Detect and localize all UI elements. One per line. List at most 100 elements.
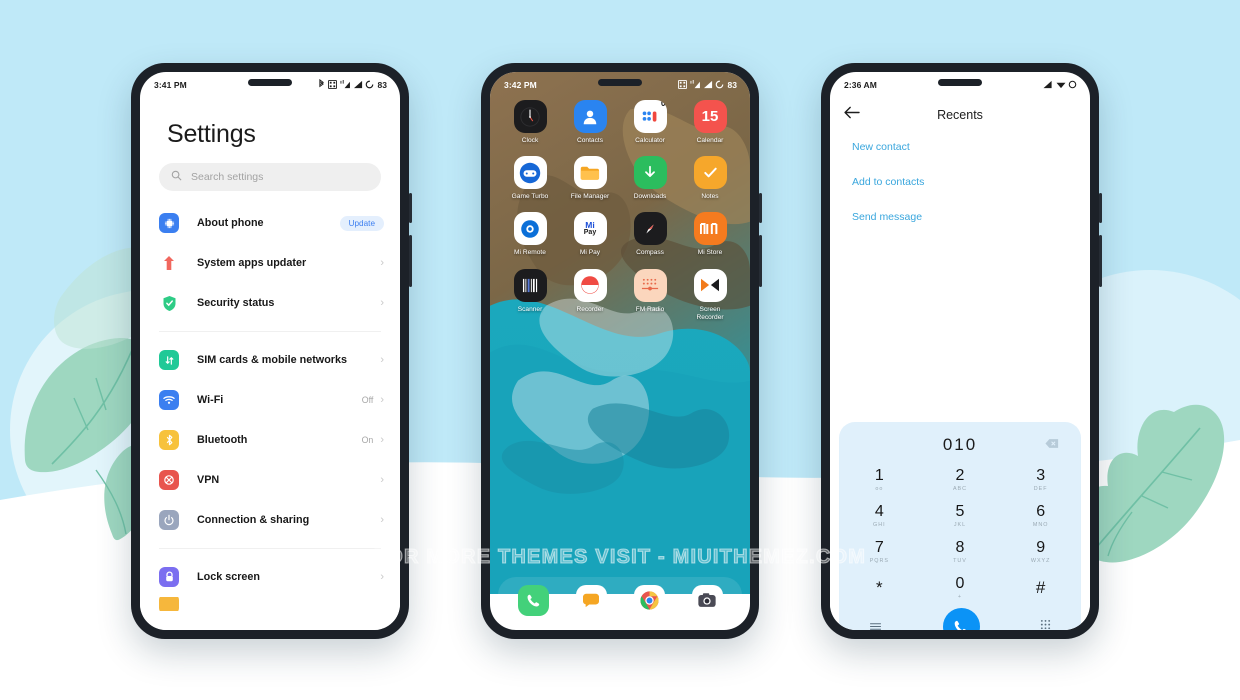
settings-row-label: SIM cards & mobile networks — [197, 354, 347, 366]
battery-ring-icon — [365, 80, 374, 91]
mi-logo-icon — [693, 212, 727, 246]
phone-home-screen: 3:42 PM 83 Clock Contacts 0 Calculator 1… — [481, 63, 762, 639]
key-2[interactable]: 2 ABC — [920, 463, 1001, 497]
phone-dialer: 2:36 AM Recents New contact Add to conta… — [821, 63, 1102, 639]
settings-row-label: Bluetooth — [197, 434, 248, 446]
app-fm-radio[interactable]: FM Radio — [620, 268, 680, 322]
app-clock[interactable]: Clock — [500, 100, 560, 145]
search-input[interactable]: Search settings — [159, 163, 381, 191]
camera-icon[interactable] — [691, 584, 723, 616]
key-8[interactable]: 8 TUV — [920, 535, 1001, 569]
chrome-icon[interactable] — [633, 584, 665, 616]
update-badge[interactable]: Update — [339, 215, 384, 231]
sidebar-item-security-status[interactable]: Security status › — [140, 283, 400, 323]
contacts-icon — [573, 100, 607, 133]
key-0[interactable]: 0 + — [920, 571, 1001, 605]
bluetooth-icon — [318, 78, 325, 91]
app-file-manager[interactable]: File Manager — [560, 156, 620, 201]
signal-icon — [1043, 80, 1053, 91]
sidebar-item-system-apps-updater[interactable]: System apps updater › — [140, 243, 400, 283]
search-placeholder: Search settings — [191, 171, 264, 183]
app-calendar[interactable]: 15 Calendar — [680, 100, 740, 145]
dialed-number[interactable]: 010 — [943, 435, 977, 455]
key-1[interactable]: 1 oo — [839, 463, 920, 497]
key-9[interactable]: 9 WXYZ — [1000, 535, 1081, 569]
key-letters: DEF — [1033, 486, 1048, 492]
key-digit: # — [1035, 577, 1046, 597]
key-letters: PQRS — [869, 558, 889, 564]
key-hash[interactable]: # — [1000, 571, 1081, 605]
key-letters: + — [957, 594, 963, 600]
sidebar-item-connection-sharing[interactable]: Connection & sharing › — [140, 500, 400, 540]
app-screen-recorder[interactable]: Screen Recorder — [680, 268, 740, 322]
call-icon — [954, 620, 967, 630]
key-4[interactable]: 4 GHI — [839, 499, 920, 533]
settings-list: About phone Update System apps updater ›… — [140, 203, 400, 611]
new-contact-link[interactable]: New contact — [852, 141, 1090, 153]
key-letters: JKL — [953, 522, 967, 528]
app-grid: Clock Contacts 0 Calculator 15 Calendar … — [490, 100, 750, 322]
app-label: Clock — [521, 137, 539, 144]
app-label: Game Turbo — [511, 193, 549, 201]
status-time: 3:41 PM — [154, 80, 187, 90]
app-scanner[interactable]: Scanner — [500, 268, 560, 322]
signal-dual-icon — [339, 79, 351, 91]
key-letters: ABC — [952, 486, 968, 492]
folder-icon — [573, 156, 607, 190]
app-mi-store[interactable]: Mi Store — [680, 212, 740, 257]
sidebar-item-vpn[interactable]: VPN › — [140, 460, 400, 500]
message-icon[interactable] — [575, 584, 607, 616]
back-arrow-icon[interactable] — [844, 106, 861, 124]
settings-app: Settings Search settings About phone Upd… — [140, 98, 400, 630]
sidebar-item-lock-screen[interactable]: Lock screen › — [140, 557, 400, 597]
menu-icon[interactable] — [869, 620, 882, 631]
app-contacts[interactable]: Contacts — [560, 100, 620, 145]
sidebar-item-sim-cards[interactable]: SIM cards & mobile networks › — [140, 340, 400, 380]
key-3[interactable]: 3 DEF — [1000, 463, 1081, 497]
sidebar-item-about-phone[interactable]: About phone Update — [140, 203, 400, 243]
app-calculator[interactable]: 0 Calculator — [620, 100, 680, 145]
call-button[interactable] — [942, 608, 980, 630]
phone-icon[interactable] — [517, 584, 549, 616]
sidebar-item-partial[interactable] — [140, 597, 400, 611]
signal-icon — [703, 80, 713, 91]
app-mi-remote[interactable]: Mi Remote — [500, 212, 560, 257]
download-icon — [633, 156, 667, 190]
send-message-link[interactable]: Send message — [852, 211, 1090, 223]
chevron-right-icon: › — [380, 297, 384, 309]
app-mi-pay[interactable]: Mi Pay Mi Pay — [560, 212, 620, 257]
key-7[interactable]: 7 PQRS — [839, 535, 920, 569]
key-digit: * — [876, 577, 883, 597]
bluetooth-icon — [159, 430, 179, 450]
status-time: 2:36 AM — [844, 80, 877, 90]
add-to-contacts-link[interactable]: Add to contacts — [852, 176, 1090, 188]
app-label: Compass — [636, 249, 664, 257]
key-digit: 2 — [955, 467, 965, 484]
chevron-right-icon: › — [380, 474, 384, 486]
app-notes[interactable]: Notes — [680, 156, 740, 201]
app-bar: Recents — [830, 98, 1090, 132]
chevron-right-icon: › — [380, 257, 384, 269]
app-game-turbo[interactable]: Game Turbo — [500, 156, 560, 201]
keypad-icon[interactable] — [1040, 619, 1051, 630]
app-recorder[interactable]: Recorder — [560, 268, 620, 322]
app-compass[interactable]: Compass — [620, 212, 680, 257]
sidebar-item-wifi[interactable]: Wi-Fi Off › — [140, 380, 400, 420]
key-6[interactable]: 6 MNO — [1000, 499, 1081, 533]
battery-percent: 83 — [377, 80, 387, 90]
search-icon — [171, 168, 182, 186]
app-downloads[interactable]: Downloads — [620, 156, 680, 201]
phone2-screen: 3:42 PM 83 Clock Contacts 0 Calculator 1… — [490, 72, 750, 630]
sim-icon — [159, 350, 179, 370]
recorder-icon — [573, 268, 607, 302]
app-label: Notes — [701, 193, 719, 201]
key-digit: 8 — [955, 539, 965, 556]
key-digit: 1 — [874, 467, 884, 484]
battery-percent: 83 — [727, 80, 737, 90]
sidebar-item-bluetooth[interactable]: Bluetooth On › — [140, 420, 400, 460]
battery-ring-icon — [1068, 80, 1077, 91]
backspace-icon[interactable] — [1045, 438, 1059, 452]
key-digit: 7 — [874, 539, 884, 556]
key-5[interactable]: 5 JKL — [920, 499, 1001, 533]
key-star[interactable]: * — [839, 571, 920, 605]
